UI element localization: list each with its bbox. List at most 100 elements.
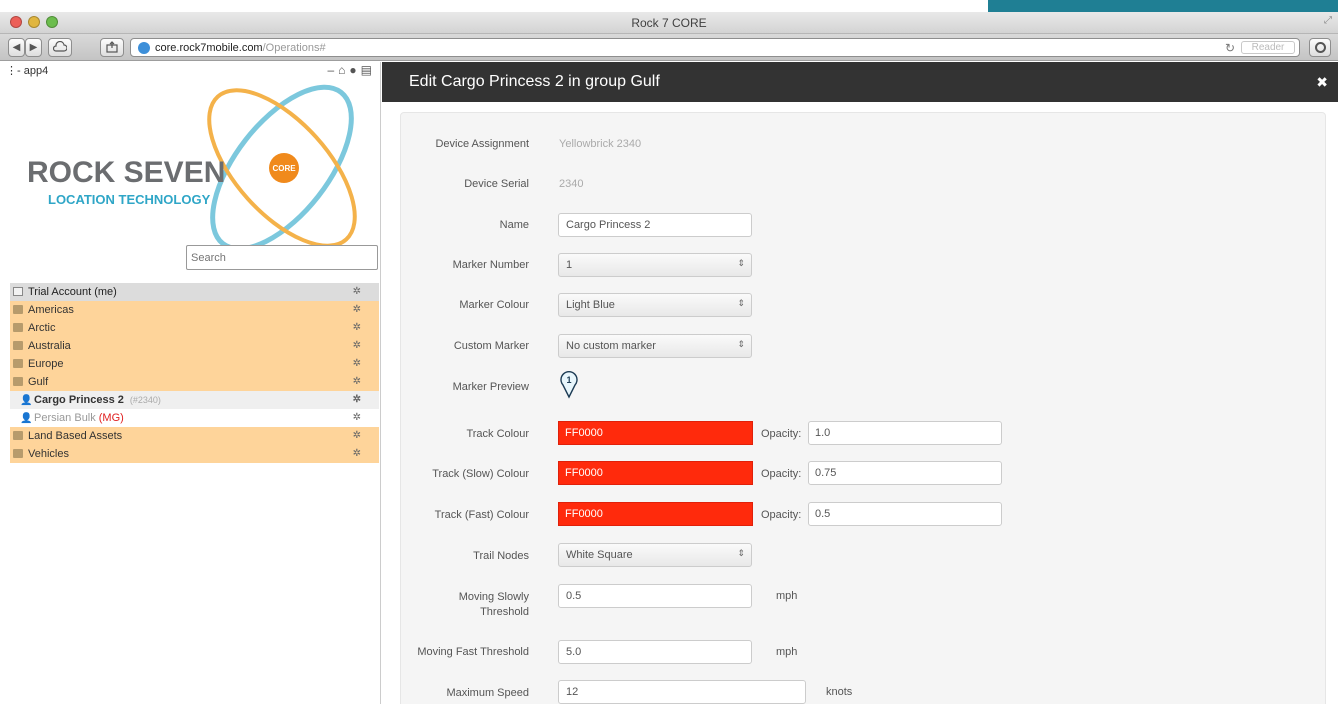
tree-icon: ⋮-	[6, 65, 24, 77]
folder-icon	[13, 341, 23, 350]
track-opacity-input[interactable]: 1.0	[808, 421, 1002, 445]
custom-marker-label: Custom Marker	[453, 340, 529, 352]
svg-text:LOCATION TECHNOLOGY: LOCATION TECHNOLOGY	[48, 192, 211, 207]
group-row-arctic[interactable]: Arctic ✲	[10, 319, 379, 337]
group-label: Americas	[28, 304, 74, 316]
window-title: Rock 7 CORE	[631, 16, 707, 30]
moving-slowly-label: Moving Slowly Threshold	[458, 591, 529, 618]
moving-slowly-input[interactable]: 0.5	[558, 584, 752, 608]
address-bar[interactable]: core.rock7mobile.com/Operations# ↻ Reade…	[130, 38, 1300, 57]
custom-marker-select[interactable]: No custom marker ⇕	[558, 334, 752, 358]
window-titlebar: Rock 7 CORE ⤢	[0, 12, 1338, 34]
browser-toolbar: ◀ ▶ core.rock7mobile.com/Operations# ↻ R…	[0, 34, 1338, 61]
back-icon: ◀	[12, 42, 21, 53]
track-opacity-label: Opacity:	[761, 428, 802, 440]
group-row-vehicles[interactable]: Vehicles ✲	[10, 445, 379, 463]
share-button[interactable]	[100, 38, 124, 57]
reader-button[interactable]: Reader	[1241, 41, 1295, 54]
trail-nodes-label: Trail Nodes	[473, 550, 529, 562]
back-button[interactable]: ◀	[8, 38, 25, 57]
folder-icon	[13, 449, 23, 458]
downloads-icon	[1314, 42, 1326, 53]
gear-icon[interactable]: ✲	[353, 283, 361, 301]
group-row-land-based-assets[interactable]: Land Based Assets ✲	[10, 427, 379, 445]
group-label: Australia	[28, 340, 71, 352]
select-arrows-icon: ⇕	[737, 298, 745, 308]
sidebar: ⋮- app4 –⌂●▤ CORE ROCK SEVEN LOCATION TE…	[0, 62, 381, 704]
gear-icon[interactable]: ✲	[353, 319, 361, 337]
downloads-button[interactable]	[1309, 38, 1331, 57]
home-icon[interactable]: ⌂	[338, 63, 349, 77]
forward-button[interactable]: ▶	[25, 38, 42, 57]
device-assignment-value: Yellowbrick 2340	[559, 138, 642, 150]
folder-icon	[13, 431, 23, 440]
info-icon[interactable]: ●	[349, 63, 360, 77]
track-slow-colour-input[interactable]: FF0000	[558, 461, 753, 485]
marker-colour-select[interactable]: Light Blue ⇕	[558, 293, 752, 317]
track-fast-colour-label: Track (Fast) Colour	[434, 509, 529, 521]
trail-nodes-select[interactable]: White Square ⇕	[558, 543, 752, 567]
search-input[interactable]	[186, 245, 378, 270]
group-label: Land Based Assets	[28, 430, 123, 442]
person-icon: 👤	[20, 395, 33, 406]
rock-seven-logo: CORE ROCK SEVEN LOCATION TECHNOLOGY	[27, 84, 357, 250]
trail-nodes-value: White Square	[566, 549, 633, 561]
select-arrows-icon: ⇕	[737, 339, 745, 349]
gear-icon[interactable]: ✲	[353, 373, 361, 391]
gear-icon[interactable]: ✲	[353, 355, 361, 373]
max-speed-input[interactable]: 12	[558, 680, 806, 704]
device-assignment-label: Device Assignment	[435, 138, 529, 150]
gear-icon[interactable]: ✲	[353, 337, 361, 355]
moving-slowly-unit: mph	[776, 590, 798, 602]
marker-number-value: 1	[566, 259, 573, 271]
custom-marker-value: No custom marker	[566, 340, 656, 352]
max-speed-label: Maximum Speed	[446, 687, 529, 699]
track-fast-colour-input[interactable]: FF0000	[558, 502, 753, 526]
account-icon	[13, 287, 23, 296]
svg-text:ROCK SEVEN: ROCK SEVEN	[27, 156, 225, 189]
gear-icon[interactable]: ✲	[353, 445, 361, 463]
group-row-americas[interactable]: Americas ✲	[10, 301, 379, 319]
svg-text:CORE: CORE	[272, 164, 296, 173]
device-serial: (#2340)	[129, 395, 161, 405]
moving-fast-label: Moving Fast Threshold	[417, 646, 529, 658]
panel-header: Edit Cargo Princess 2 in group Gulf ✖	[382, 62, 1338, 102]
gear-icon[interactable]: ✲	[353, 301, 361, 319]
group-label: Vehicles	[28, 448, 69, 460]
url-text: core.rock7mobile.com/Operations#	[155, 42, 326, 54]
moving-fast-input[interactable]: 5.0	[558, 640, 752, 664]
device-row-cargo-princess-2[interactable]: 👤 Cargo Princess 2 (#2340) ✲	[10, 391, 379, 409]
track-colour-input[interactable]: FF0000	[558, 421, 753, 445]
folder-icon	[13, 323, 23, 332]
group-row-gulf[interactable]: Gulf ✲	[10, 373, 379, 391]
group-label: Gulf	[28, 376, 49, 388]
name-input[interactable]: Cargo Princess 2	[558, 213, 752, 237]
marker-colour-value: Light Blue	[566, 299, 615, 311]
marker-colour-label: Marker Colour	[459, 299, 529, 311]
icloud-tabs-button[interactable]	[48, 38, 72, 57]
gear-icon[interactable]: ✲	[353, 427, 361, 445]
cloud-icon	[52, 40, 68, 52]
close-icon[interactable]: ✖	[1316, 62, 1328, 102]
gear-icon[interactable]: ✲	[353, 409, 361, 427]
group-row-australia[interactable]: Australia ✲	[10, 337, 379, 355]
account-row[interactable]: Trial Account (me) ✲	[10, 283, 379, 301]
reload-icon[interactable]: ↻	[1225, 41, 1235, 55]
gear-icon[interactable]: ✲	[353, 391, 361, 409]
group-label: Arctic	[28, 322, 56, 334]
edit-panel: Device Assignment Yellowbrick 2340 Devic…	[382, 102, 1338, 704]
device-tree: Trial Account (me) ✲ Americas ✲ Arctic ✲…	[10, 283, 379, 463]
track-slow-opacity-input[interactable]: 0.75	[808, 461, 1002, 485]
app-selector[interactable]: ⋮- app4	[6, 64, 48, 77]
group-row-europe[interactable]: Europe ✲	[10, 355, 379, 373]
lock-icon[interactable]: ▤	[361, 63, 376, 77]
fullscreen-icon[interactable]: ⤢	[1324, 15, 1332, 26]
track-slow-colour-label: Track (Slow) Colour	[432, 468, 529, 480]
select-arrows-icon: ⇕	[737, 548, 745, 558]
device-row-persian-bulk[interactable]: 👤 Persian Bulk (MG) ✲	[10, 409, 379, 427]
marker-number-select[interactable]: 1 ⇕	[558, 253, 752, 277]
marker-number-label: Marker Number	[452, 259, 529, 271]
track-fast-opacity-input[interactable]: 0.5	[808, 502, 1002, 526]
minimize-icon[interactable]: –	[327, 63, 338, 77]
device-tag: (MG)	[98, 412, 124, 424]
